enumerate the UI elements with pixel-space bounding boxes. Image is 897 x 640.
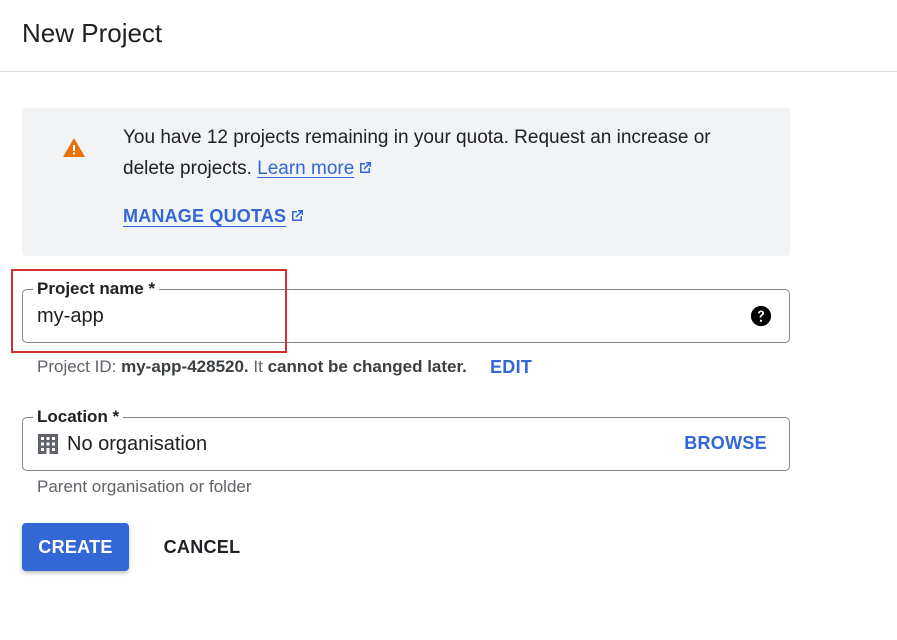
quota-notice: You have 12 projects remaining in your q… [22, 108, 790, 256]
project-name-input[interactable]: my-app [37, 305, 104, 328]
project-id-warning: cannot be changed later. [267, 357, 467, 376]
learn-more-label: Learn more [257, 158, 355, 179]
project-id-prefix: Project ID: [37, 357, 122, 376]
project-id-middle: It [248, 357, 268, 376]
manage-quotas-label: MANAGE QUOTAS [123, 206, 287, 226]
page-header: New Project [0, 0, 897, 72]
quota-message: You have 12 projects remaining in your q… [123, 122, 763, 184]
quota-message-text: You have 12 projects remaining in your q… [123, 127, 711, 179]
external-link-icon [292, 210, 304, 221]
warning-icon [63, 138, 85, 157]
location-value: No organisation [67, 433, 208, 455]
location-hint: Parent organisation or folder [37, 477, 252, 496]
project-name-field[interactable]: Project name * my-app [22, 279, 790, 343]
external-link-icon [360, 162, 372, 173]
manage-quotas-link[interactable]: MANAGE QUOTAS [123, 206, 305, 227]
location-field[interactable]: Location * No organisation BROWSE [22, 407, 790, 471]
help-icon[interactable] [750, 305, 772, 327]
page-title: New Project [22, 18, 163, 48]
building-icon [38, 434, 58, 454]
location-label: Location * [33, 407, 124, 427]
browse-button[interactable]: BROWSE [684, 433, 767, 454]
learn-more-link[interactable]: Learn more [257, 158, 354, 179]
project-id-value: my-app-428520. [121, 357, 249, 376]
cancel-button[interactable]: CANCEL [148, 523, 256, 571]
project-id-hint: Project ID: my-app-428520. It cannot be … [37, 357, 467, 377]
edit-project-id-button[interactable]: EDIT [490, 357, 532, 378]
create-button[interactable]: CREATE [22, 523, 129, 571]
project-name-label: Project name * [33, 279, 160, 299]
